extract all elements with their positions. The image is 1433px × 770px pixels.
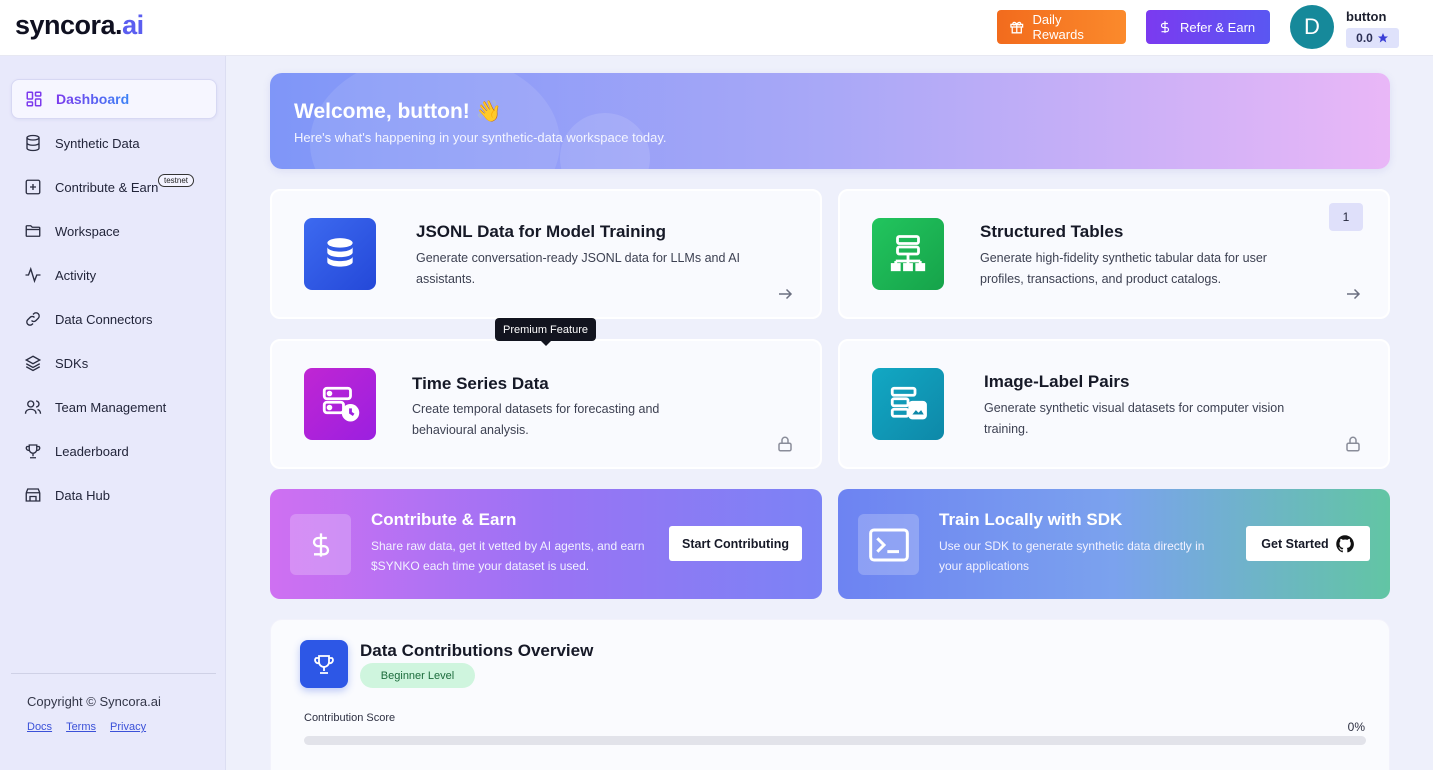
layers-icon [23,353,43,373]
sidebar-item-label: Leaderboard [55,443,129,459]
card-title: Image-Label Pairs [984,372,1130,391]
sidebar-item-data-hub[interactable]: Data Hub [11,475,217,515]
start-contributing-button[interactable]: Start Contributing [669,526,802,561]
jsonl-data-card[interactable]: JSONL Data for Model Training Generate c… [270,189,822,319]
card-description: Generate synthetic visual datasets for c… [984,401,1285,436]
sidebar-item-synthetic-data[interactable]: Synthetic Data [11,123,217,163]
premium-feature-tooltip: Premium Feature [495,318,596,346]
card-title: Structured Tables [980,222,1124,241]
refer-earn-button[interactable]: Refer & Earn [1146,10,1270,44]
folder-icon [23,221,43,241]
contribution-progress-bar [304,736,1366,745]
lock-icon [1346,436,1360,452]
sidebar-item-label: Dashboard [56,91,130,107]
sidebar-item-team-management[interactable]: Team Management [11,387,217,427]
sidebar-item-label: SDKs [55,355,89,371]
sidebar-item-label: Synthetic Data [55,135,140,151]
welcome-title: Welcome, button! 👋 [294,100,502,123]
brand-name: syncora. [15,10,123,40]
activity-icon [23,265,43,285]
store-icon [23,485,43,505]
card-description: Create temporal datasets for forecasting… [412,402,660,437]
docs-link[interactable]: Docs [27,721,52,733]
gift-icon [1010,21,1024,34]
dollar-icon [290,514,351,575]
sidebar-item-data-connectors[interactable]: Data Connectors [11,299,217,339]
overview-title: Data Contributions Overview [360,641,594,660]
trophy-icon [23,441,43,461]
plus-square-icon [23,177,43,197]
github-icon [1335,534,1354,552]
server-clock-icon [304,368,376,440]
terminal-icon [858,514,919,575]
trophy-icon [300,640,348,688]
welcome-banner: Welcome, button! 👋 Here's what's happeni… [270,73,1390,169]
refer-earn-label: Refer & Earn [1180,19,1256,35]
daily-rewards-button[interactable]: Daily Rewards [997,10,1126,44]
username: button [1346,9,1387,24]
testnet-badge: testnet [158,174,195,187]
train-locally-sdk-banner: Train Locally with SDK Use our SDK to ge… [838,489,1390,599]
sidebar-item-label: Contribute & Earn [55,179,159,195]
sidebar-item-label: Team Management [55,399,167,415]
sidebar-item-workspace[interactable]: Workspace [11,211,217,251]
card-description: Generate high-fidelity synthetic tabular… [980,251,1267,286]
contribution-score-label: Contribution Score [304,712,396,724]
contribute-earn-banner: Contribute & Earn Share raw data, get it… [270,489,822,599]
user-score-badge: 0.0 [1346,28,1399,48]
star-icon [1377,33,1388,43]
sidebar-item-label: Workspace [55,223,120,239]
structured-tables-card[interactable]: Structured Tables Generate high-fidelity… [838,189,1390,319]
get-started-label: Get Started [1261,536,1329,551]
database-icon [304,218,376,290]
link-icon [23,309,43,329]
data-contributions-overview: Data Contributions Overview Beginner Lev… [270,619,1390,770]
promo-description: Use our SDK to generate synthetic data d… [939,539,1205,573]
users-icon [23,397,43,417]
user-avatar[interactable]: D [1290,5,1334,49]
privacy-link[interactable]: Privacy [110,721,146,733]
card-description: Generate conversation-ready JSONL data f… [416,251,741,286]
sidebar-item-dashboard[interactable]: Dashboard [11,79,217,119]
lock-icon [778,436,792,452]
sidebar-item-contribute-earn[interactable]: Contribute & Earn [11,167,217,207]
user-score-value: 0.0 [1356,31,1373,45]
count-badge: 1 [1329,203,1363,231]
card-title: Time Series Data [412,374,549,393]
time-series-card[interactable]: Time Series Data Create temporal dataset… [270,339,822,469]
sidebar-item-leaderboard[interactable]: Leaderboard [11,431,217,471]
database-icon [23,133,43,153]
terms-link[interactable]: Terms [66,721,96,733]
sidebar-divider [11,673,216,674]
sidebar-item-label: Activity [55,267,97,283]
image-label-pairs-card[interactable]: Image-Label Pairs Generate synthetic vis… [838,339,1390,469]
sidebar-item-activity[interactable]: Activity [11,255,217,295]
get-started-button[interactable]: Get Started [1246,526,1370,561]
welcome-subtitle: Here's what's happening in your syntheti… [294,130,667,145]
promo-title: Train Locally with SDK [939,510,1123,529]
copyright-text: Copyright © Syncora.ai [27,694,161,709]
arrow-right-icon[interactable] [1344,285,1362,303]
sidebar: Dashboard Synthetic Data Contribute & Ea… [0,56,226,770]
promo-title: Contribute & Earn [371,510,517,529]
top-header: syncora.ai Daily Rewards Refer & Earn D … [0,0,1433,56]
dashboard-icon [24,89,44,109]
dollar-icon [1160,21,1170,33]
sidebar-item-label: Data Connectors [55,311,153,327]
server-image-icon [872,368,944,440]
brand-logo[interactable]: syncora.ai [15,10,144,41]
footer-links: Docs Terms Privacy [27,721,146,733]
level-badge: Beginner Level [360,663,475,688]
sidebar-item-sdks[interactable]: SDKs [11,343,217,383]
sidebar-item-label: Data Hub [55,487,110,503]
table-network-icon [872,218,944,290]
arrow-right-icon[interactable] [776,285,794,303]
card-title: JSONL Data for Model Training [416,222,666,241]
start-contributing-label: Start Contributing [682,536,789,551]
contribution-score-percent: 0% [1347,720,1365,734]
promo-description: Share raw data, get it vetted by AI agen… [371,539,645,573]
daily-rewards-label: Daily Rewards [1032,12,1084,42]
brand-name-accent: ai [122,10,144,40]
